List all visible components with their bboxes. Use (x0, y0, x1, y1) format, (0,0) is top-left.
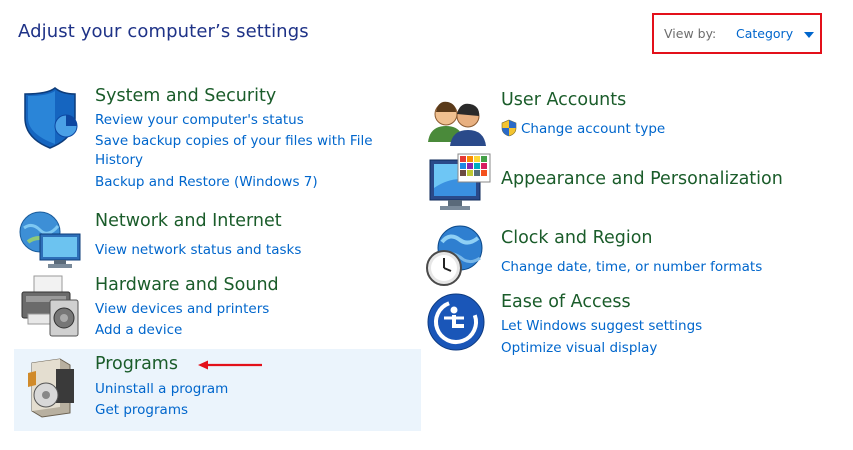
shield-icon[interactable] (20, 86, 84, 150)
link-save-backup[interactable]: Save backup copies of your files with Fi… (95, 133, 373, 149)
category-ease-of-access[interactable]: Ease of Access (501, 292, 631, 312)
category-network-internet[interactable]: Network and Internet (95, 211, 282, 231)
accessibility-icon[interactable] (424, 288, 488, 352)
red-arrow (198, 360, 262, 370)
link-add-device[interactable]: Add a device (95, 322, 182, 338)
link-optimize-visual-display[interactable]: Optimize visual display (501, 340, 657, 356)
category-user-accounts[interactable]: User Accounts (501, 90, 626, 110)
link-change-account-type[interactable]: Change account type (521, 121, 665, 137)
view-by-label: View by: (664, 26, 717, 41)
link-let-windows-suggest[interactable]: Let Windows suggest settings (501, 318, 702, 334)
link-backup-restore[interactable]: Backup and Restore (Windows 7) (95, 174, 318, 190)
link-uninstall-program[interactable]: Uninstall a program (95, 381, 228, 397)
category-hardware-sound[interactable]: Hardware and Sound (95, 275, 279, 295)
uac-shield-icon (501, 119, 517, 137)
link-view-network-status[interactable]: View network status and tasks (95, 242, 301, 258)
category-clock-region[interactable]: Clock and Region (501, 228, 653, 248)
link-file-history[interactable]: History (95, 152, 143, 168)
link-change-date-time[interactable]: Change date, time, or number formats (501, 259, 762, 275)
network-icon[interactable] (18, 208, 82, 272)
monitor-icon[interactable] (428, 152, 492, 216)
programs-icon[interactable] (20, 355, 84, 419)
chevron-down-icon[interactable] (804, 32, 814, 38)
link-get-programs[interactable]: Get programs (95, 402, 188, 418)
clock-icon[interactable] (424, 224, 488, 288)
page-title: Adjust your computer’s settings (18, 21, 309, 42)
view-by-control[interactable]: View by: Category (652, 13, 822, 54)
category-appearance-personalization[interactable]: Appearance and Personalization (501, 169, 783, 189)
users-icon[interactable] (426, 94, 490, 158)
link-review-status[interactable]: Review your computer's status (95, 112, 304, 128)
printer-icon[interactable] (18, 274, 82, 338)
category-programs[interactable]: Programs (95, 354, 178, 374)
link-view-devices-printers[interactable]: View devices and printers (95, 301, 269, 317)
view-by-dropdown[interactable]: Category (736, 26, 793, 41)
category-system-security[interactable]: System and Security (95, 86, 276, 106)
